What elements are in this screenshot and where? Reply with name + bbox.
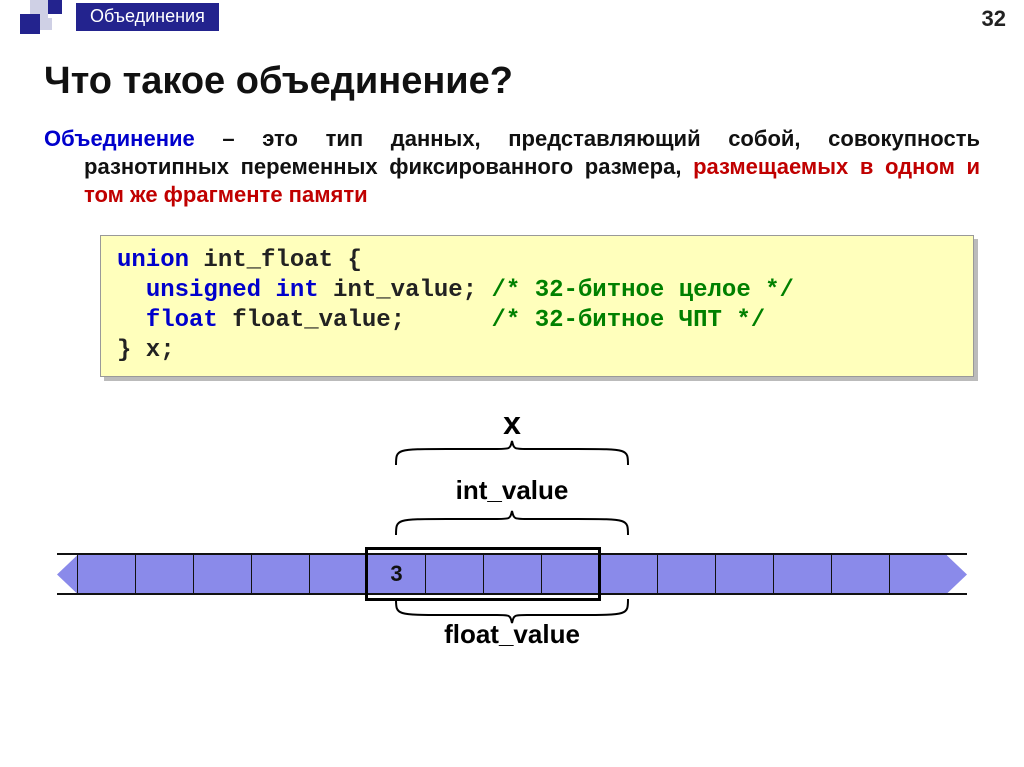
slide-header: Объединения 32: [0, 0, 1024, 34]
code-text: } x;: [117, 337, 175, 364]
code-comment: /* 32-битное ЧПТ */: [491, 307, 765, 334]
definition-paragraph: Объединение – это тип данных, представля…: [44, 125, 980, 209]
slide-title: Что такое объединение?: [44, 60, 980, 103]
code-text: float_value;: [218, 307, 492, 334]
code-keyword: union: [117, 247, 189, 274]
memory-diagram: x int_value 3: [44, 405, 980, 705]
definition-term: Объединение: [44, 126, 195, 151]
strip-end-right-icon: [947, 555, 967, 593]
memory-cell: [541, 555, 599, 593]
memory-cell-value: 3: [367, 555, 425, 593]
code-keyword: int: [275, 277, 318, 304]
diagram-int-label: int_value: [44, 475, 980, 506]
code-keyword: float: [146, 307, 218, 334]
memory-cell: [251, 555, 309, 593]
diagram-variable-label: x: [44, 405, 980, 442]
memory-cell: [135, 555, 193, 593]
code-block: union int_float { unsigned int int_value…: [100, 235, 974, 377]
memory-cell: [715, 555, 773, 593]
brace-top-int-icon: [392, 509, 632, 537]
code-text: int_float {: [189, 247, 362, 274]
memory-cell: [831, 555, 889, 593]
memory-cell: [309, 555, 367, 593]
memory-cell: [773, 555, 831, 593]
memory-cell: [599, 555, 657, 593]
page-number: 32: [982, 6, 1006, 32]
memory-strip: 3: [57, 553, 967, 595]
diagram-float-label: float_value: [44, 619, 980, 650]
logo-squares: [0, 0, 70, 34]
code-keyword: unsigned: [146, 277, 261, 304]
memory-cell: [483, 555, 541, 593]
code-text: int_value;: [319, 277, 492, 304]
brace-top-x-icon: [392, 439, 632, 467]
section-tab: Объединения: [76, 3, 219, 31]
strip-end-left-icon: [57, 555, 77, 593]
memory-cell: [193, 555, 251, 593]
code-comment: /* 32-битное целое */: [491, 277, 793, 304]
memory-cell: [425, 555, 483, 593]
memory-cell: [77, 555, 135, 593]
memory-cell: [657, 555, 715, 593]
memory-cell: [889, 555, 947, 593]
